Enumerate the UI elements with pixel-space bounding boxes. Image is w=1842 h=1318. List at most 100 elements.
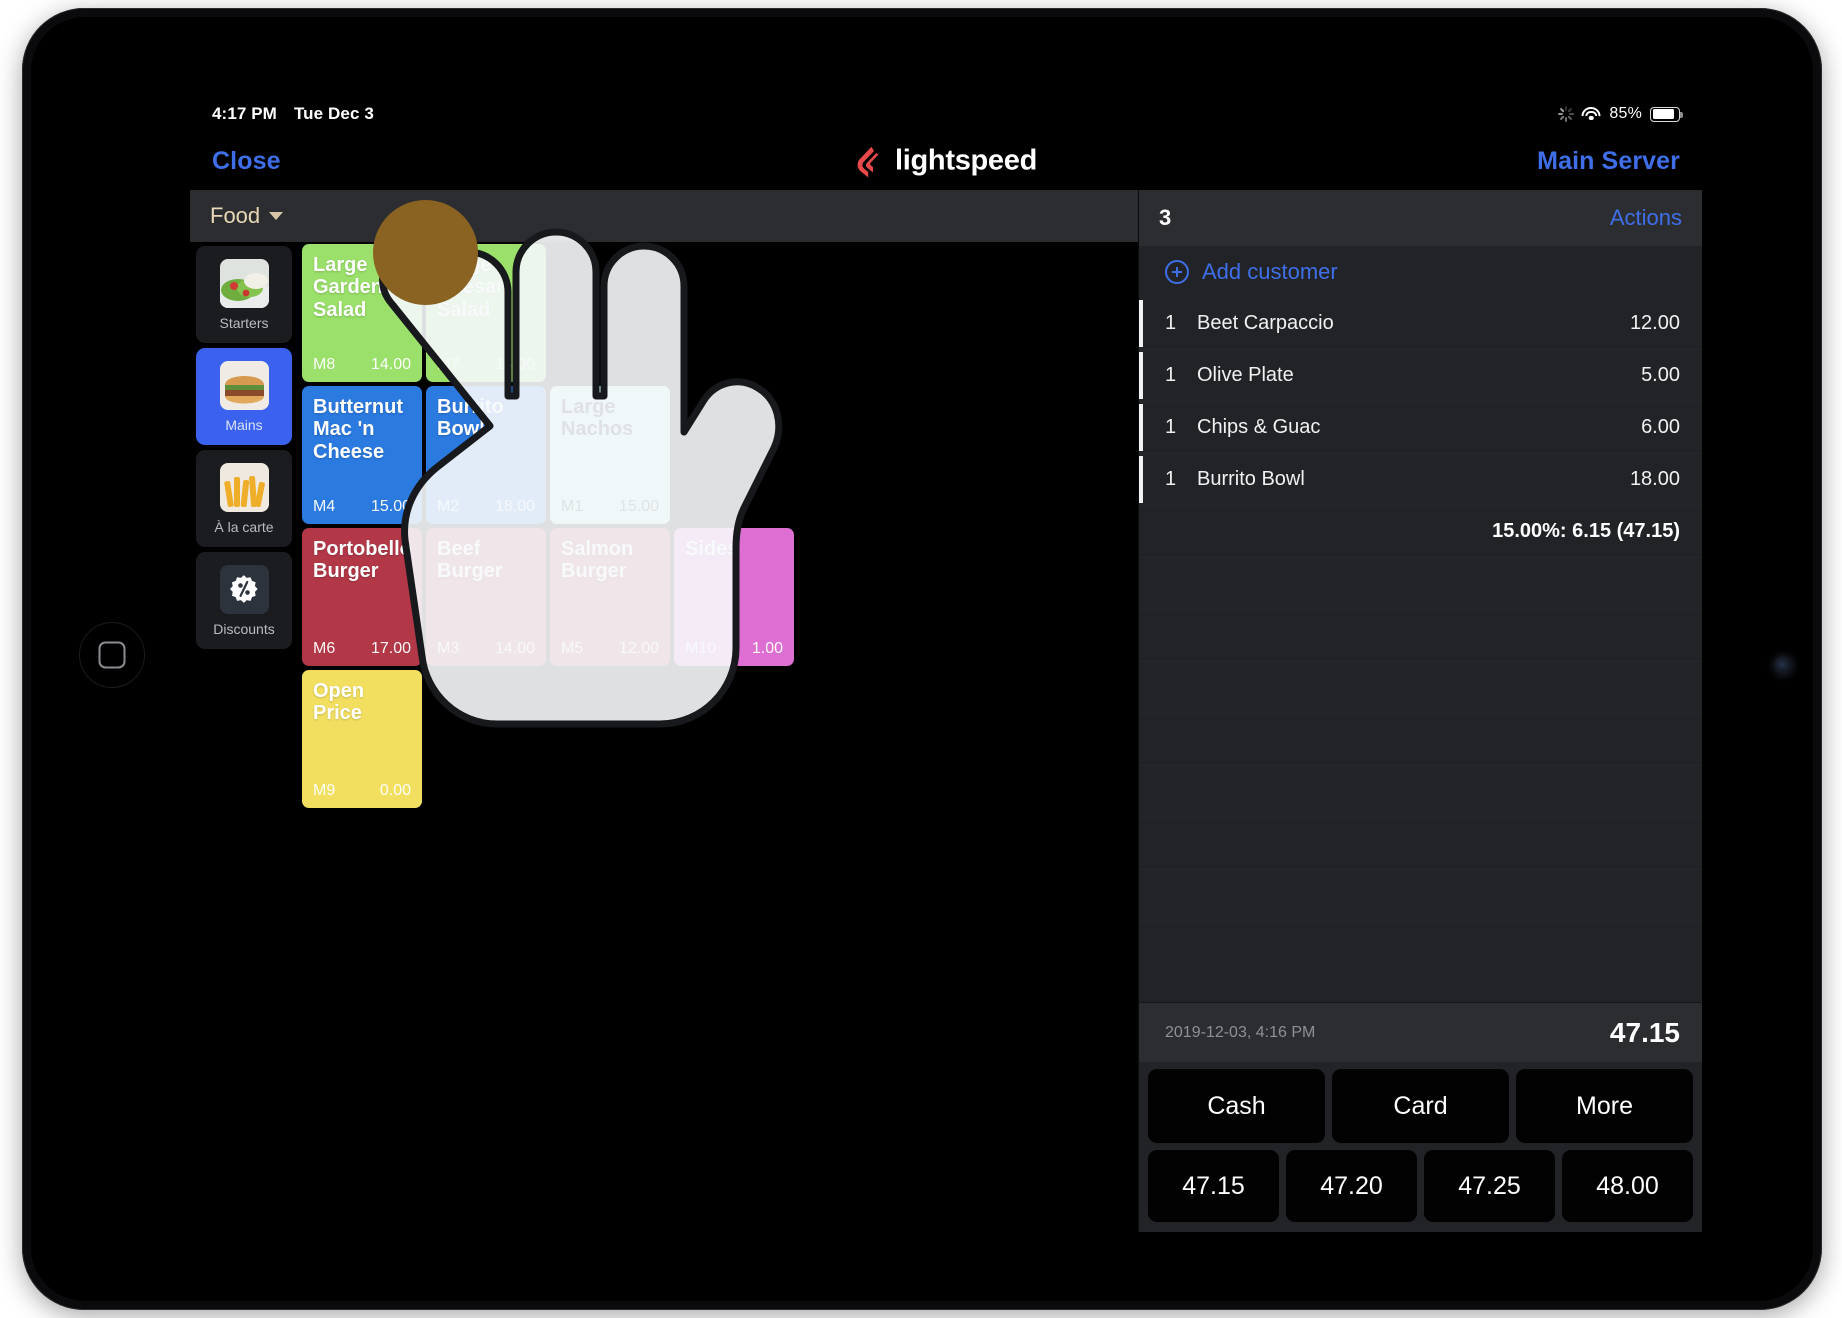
line-qty: 1	[1165, 416, 1177, 438]
product-name: Large Nachos	[561, 396, 634, 441]
actions-button[interactable]: Actions	[1610, 205, 1682, 231]
main-server-button[interactable]: Main Server	[1537, 147, 1680, 176]
product-code: M3	[437, 640, 460, 657]
line-name: Burrito Bowl	[1197, 468, 1305, 490]
payment-method-button[interactable]: More	[1516, 1069, 1693, 1143]
category-item-a-la-carte[interactable]: À la carte	[196, 450, 292, 547]
product-tile[interactable]: Portobello Burger M6 17.00	[302, 528, 422, 666]
tip-line[interactable]: 15.00%: 6.15 (47.15)	[1139, 506, 1702, 558]
order-empty-row	[1139, 766, 1702, 818]
app-header: Close lightspeed Main Server	[190, 132, 1702, 190]
app-body: Food Starters Mains À la carte Discounts…	[190, 190, 1702, 1232]
product-tile[interactable]: Burrito Bowl M2 18.00	[426, 386, 546, 524]
product-footer: M6 17.00	[313, 640, 411, 658]
order-line-item[interactable]: 1 Burrito Bowl 18.00	[1139, 454, 1702, 506]
menu-toolbar: Food	[190, 190, 1138, 242]
home-button[interactable]	[79, 622, 145, 688]
order-empty-row	[1139, 818, 1702, 870]
product-tile[interactable]: Beef Burger M3 14.00	[426, 528, 546, 666]
product-name: Butternut Mac 'n Cheese	[313, 396, 403, 463]
product-name: Beef Burger	[437, 538, 503, 583]
category-item-discounts[interactable]: Discounts	[196, 552, 292, 649]
quick-amount-button[interactable]: 47.15	[1148, 1150, 1279, 1222]
status-bar-right: 85%	[1557, 105, 1683, 123]
product-tile[interactable]: Large Caesar Salad M7 14.00	[426, 244, 546, 382]
food-dropdown[interactable]: Food	[210, 203, 284, 229]
line-name: Chips & Guac	[1197, 416, 1321, 438]
order-header: 3 Actions	[1139, 190, 1702, 246]
product-grid: Large Garden Salad M8 14.00 Large Caesar Sa…	[298, 242, 1138, 1232]
quick-amount-button[interactable]: 48.00	[1562, 1150, 1693, 1222]
product-name: Large Garden Salad	[313, 254, 384, 321]
product-footer: M3 14.00	[437, 640, 535, 658]
battery-icon	[1650, 106, 1683, 122]
order-line-item[interactable]: 1 Chips & Guac 6.00	[1139, 402, 1702, 454]
status-bar-left: 4:17 PM Tue Dec 3	[212, 104, 374, 124]
battery-percent: 85%	[1609, 105, 1642, 122]
payment-method-button[interactable]: Cash	[1148, 1069, 1325, 1143]
order-line-item[interactable]: 1 Olive Plate 5.00	[1139, 350, 1702, 402]
product-price: 14.00	[494, 356, 535, 373]
product-tile[interactable]: Butternut Mac 'n Cheese M4 15.00	[302, 386, 422, 524]
order-total-bar: 2019-12-03, 4:16 PM 47.15	[1139, 1002, 1702, 1062]
product-tile[interactable]: Open Price M9 0.00	[302, 670, 422, 808]
ipad-screen: 4:17 PM Tue Dec 3 85% Close lightspeed M…	[190, 96, 1702, 1232]
order-empty-row	[1139, 610, 1702, 662]
line-amount: 5.00	[1641, 364, 1680, 386]
product-name: Salmon Burger	[561, 538, 634, 583]
close-button[interactable]: Close	[212, 147, 281, 176]
add-customer-button[interactable]: Add customer	[1139, 246, 1702, 298]
order-empty-row	[1139, 558, 1702, 610]
lightspeed-wordmark: lightspeed	[894, 144, 1038, 177]
line-amount: 18.00	[1629, 468, 1680, 490]
product-code: M10	[685, 640, 717, 657]
chevron-down-icon	[269, 212, 284, 220]
category-item-mains[interactable]: Mains	[196, 348, 292, 445]
product-code: M1	[561, 498, 584, 515]
plus-circle-icon	[1165, 260, 1189, 284]
payment-method-button[interactable]: Card	[1332, 1069, 1509, 1143]
product-price: 17.00	[370, 640, 411, 657]
add-customer-label: Add customer	[1202, 259, 1338, 284]
product-footer: M7 14.00	[437, 356, 535, 374]
product-footer: M4 15.00	[313, 498, 411, 516]
product-tile[interactable]: Sides M10 1.00	[674, 528, 794, 666]
line-qty: 1	[1165, 468, 1177, 490]
product-name: Portobello Burger	[313, 538, 412, 583]
line-amount: 12.00	[1629, 312, 1680, 334]
order-timestamp: 2019-12-03, 4:16 PM	[1165, 1023, 1316, 1041]
order-line-item[interactable]: 1 Beet Carpaccio 12.00	[1139, 298, 1702, 350]
quick-amount-button[interactable]: 47.25	[1424, 1150, 1555, 1222]
product-tile[interactable]: Salmon Burger M5 12.00	[550, 528, 670, 666]
product-code: M7	[437, 356, 460, 373]
order-empty-row	[1139, 662, 1702, 714]
menu-split: Starters Mains À la carte Discounts Larg…	[190, 242, 1138, 1232]
line-amount: 6.00	[1641, 416, 1680, 438]
product-footer: M8 14.00	[313, 356, 411, 374]
product-tile[interactable]: Large Garden Salad M8 14.00	[302, 244, 422, 382]
product-footer: M9 0.00	[313, 782, 411, 800]
product-code: M9	[313, 782, 336, 799]
status-date: Tue Dec 3	[293, 104, 374, 123]
product-price: 15.00	[618, 498, 659, 515]
product-code: M5	[561, 640, 584, 657]
order-empty-row	[1139, 870, 1702, 922]
quick-amount-button[interactable]: 47.20	[1286, 1150, 1417, 1222]
product-price: 18.00	[494, 498, 535, 515]
line-name: Beet Carpaccio	[1197, 312, 1334, 334]
status-bar: 4:17 PM Tue Dec 3 85%	[190, 96, 1702, 132]
product-code: M6	[313, 640, 336, 657]
order-total-amount: 47.15	[1609, 1016, 1680, 1048]
line-name: Olive Plate	[1197, 364, 1294, 386]
tip-text: 15.00%: 6.15 (47.15)	[1492, 520, 1680, 542]
product-code: M4	[313, 498, 336, 515]
line-qty: 1	[1165, 364, 1177, 386]
product-price: 15.00	[370, 498, 411, 515]
category-item-starters[interactable]: Starters	[196, 246, 292, 343]
product-tile[interactable]: Large Nachos M1 15.00	[550, 386, 670, 524]
fries-thumb-icon	[219, 462, 269, 512]
quick-amount-row: 47.15 47.20 47.25 48.00	[1148, 1150, 1693, 1222]
discount-badge-icon	[219, 564, 269, 614]
salad-thumb-icon	[219, 258, 269, 308]
order-count: 3	[1159, 205, 1172, 230]
